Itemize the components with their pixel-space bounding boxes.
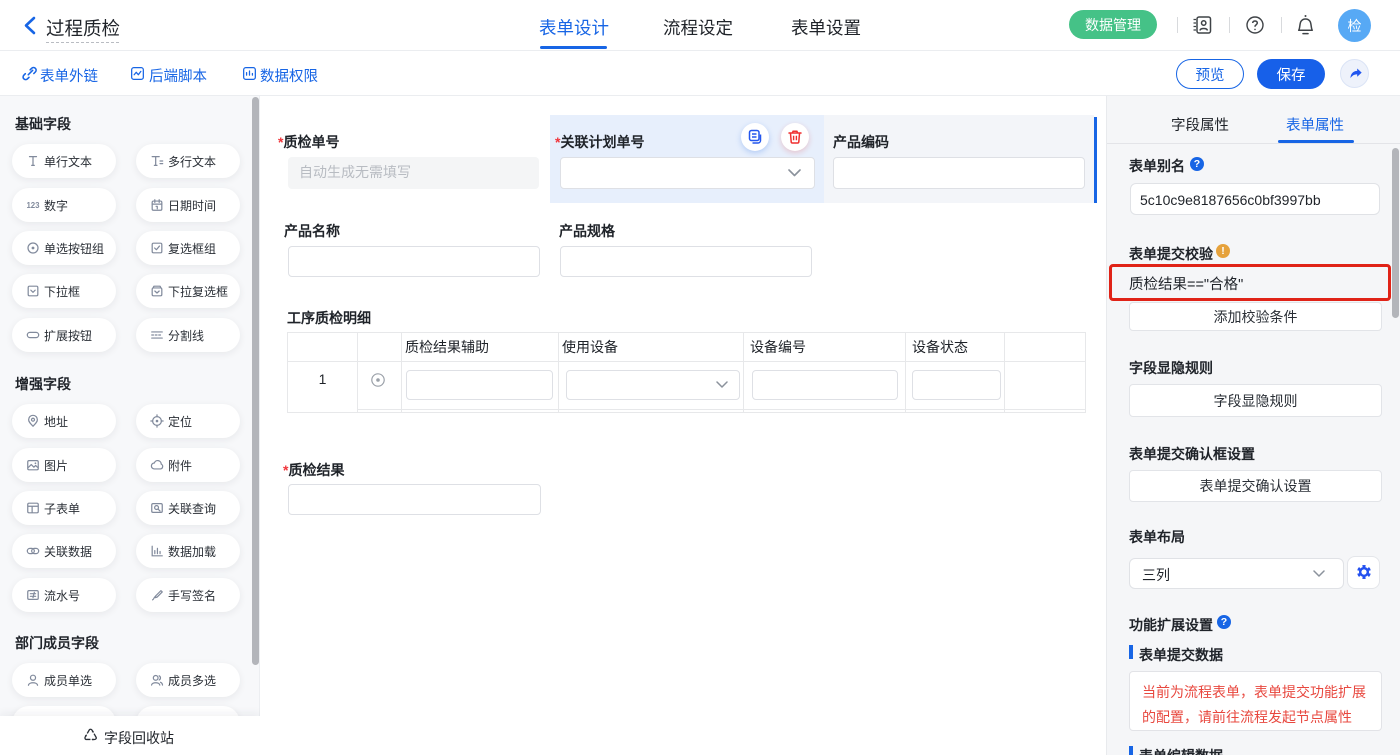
svg-text:123: 123 xyxy=(26,201,40,210)
